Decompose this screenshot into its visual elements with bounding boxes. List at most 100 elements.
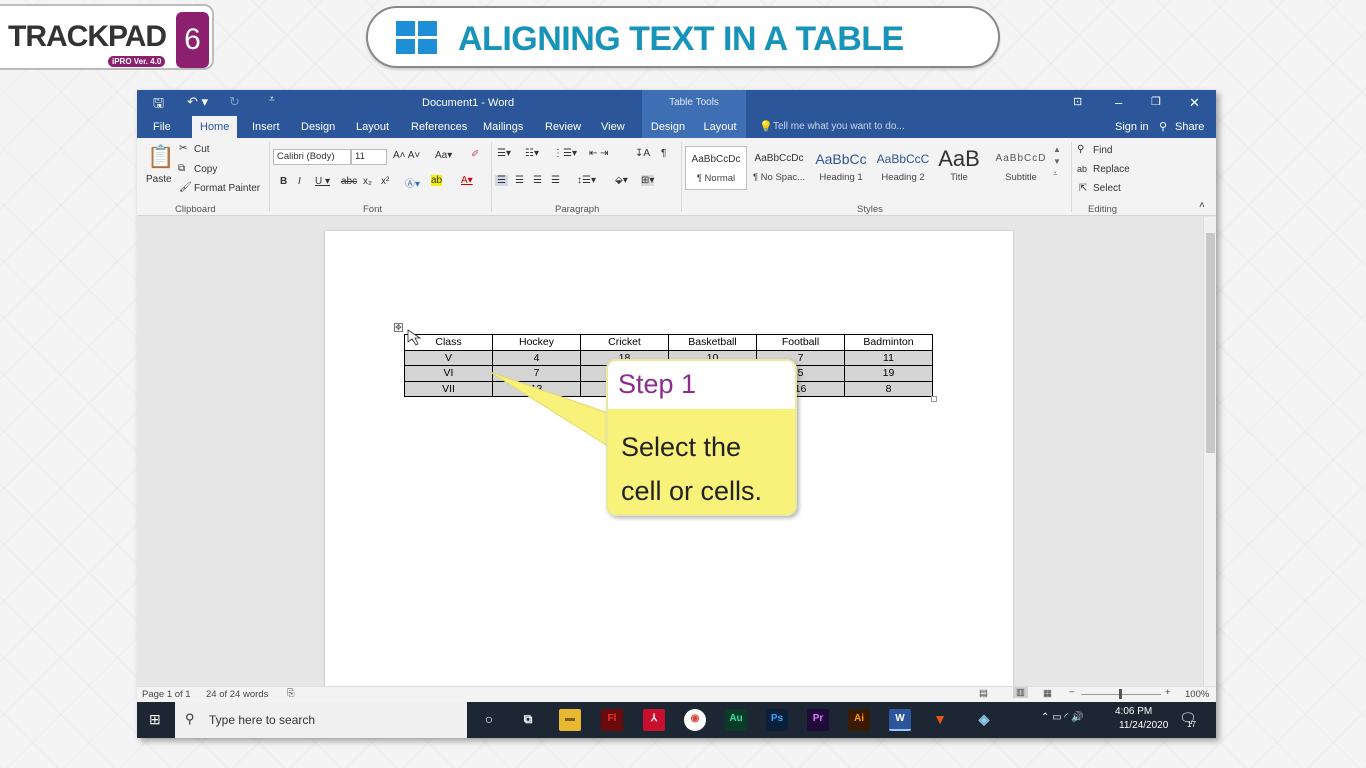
web-layout-icon[interactable]: ▦ <box>1043 688 1052 699</box>
table-cell[interactable]: 4 <box>492 349 581 366</box>
table-move-handle-icon[interactable]: ✥ <box>394 323 403 332</box>
tab-design[interactable]: Design <box>301 116 335 138</box>
paste-icon[interactable]: 📋 <box>147 144 174 170</box>
replace-button[interactable]: Replace <box>1093 164 1130 175</box>
superscript-button[interactable]: x² <box>381 176 389 187</box>
replace-icon[interactable]: ab <box>1077 164 1087 174</box>
table-resize-handle[interactable] <box>931 396 937 402</box>
save-icon[interactable]: 🖫 <box>153 94 164 116</box>
bold-button[interactable]: B <box>280 176 287 187</box>
tab-view[interactable]: View <box>601 116 625 138</box>
select-icon[interactable]: ⇱ <box>1079 183 1087 194</box>
align-right-icon[interactable]: ☰ <box>533 175 542 186</box>
font-name-combo[interactable]: Calibri (Body) <box>273 149 351 165</box>
highlight-icon[interactable]: ab <box>431 175 443 186</box>
style-title[interactable]: AaB Title <box>935 146 983 190</box>
tab-file[interactable]: File <box>153 116 171 138</box>
italic-button[interactable]: I <box>298 176 301 187</box>
chrome-icon[interactable]: ◉ <box>684 709 706 731</box>
redo-icon[interactable]: ↻ <box>229 94 240 110</box>
word-taskbar-icon[interactable]: W <box>889 709 911 731</box>
table-cell[interactable]: VII <box>404 380 493 397</box>
tell-me-icon[interactable]: 💡 <box>759 116 773 138</box>
sort-icon[interactable]: ↧A <box>635 148 650 159</box>
share-button[interactable]: Share <box>1175 116 1204 138</box>
tab-table-layout[interactable]: Layout <box>694 116 746 138</box>
style-heading-1[interactable]: AaBbCc Heading 1 <box>811 146 871 190</box>
clock-date[interactable]: 11/24/2020 <box>1119 720 1168 731</box>
clear-formatting-icon[interactable]: ✐ <box>471 149 479 160</box>
text-effects-icon[interactable]: Ⓐ▾ <box>405 175 420 190</box>
table-cell[interactable]: Football <box>756 334 845 351</box>
share-icon[interactable]: ⚲ <box>1159 116 1167 138</box>
font-color-icon[interactable]: A▾ <box>461 175 473 186</box>
table-cell[interactable]: 8 <box>844 380 933 397</box>
zoom-in-icon[interactable]: + <box>1165 687 1171 698</box>
cut-icon[interactable]: ✂ <box>179 143 187 154</box>
tab-layout[interactable]: Layout <box>356 116 389 138</box>
zoom-out-icon[interactable]: − <box>1069 687 1075 698</box>
file-explorer-icon[interactable]: ▬ <box>559 709 581 731</box>
align-center-icon[interactable]: ☰ <box>515 175 524 186</box>
tray-icons[interactable]: ⌃ ▭ ◜ 🔊 <box>1041 712 1084 723</box>
clock-time[interactable]: 4:06 PM <box>1115 706 1152 717</box>
page-count[interactable]: Page 1 of 1 <box>142 689 191 700</box>
borders-icon[interactable]: ⊞▾ <box>641 175 655 186</box>
font-size-combo[interactable]: 11 <box>351 149 387 165</box>
zoom-slider-thumb[interactable] <box>1119 689 1122 699</box>
indent-icons[interactable]: ⇤ ⇥ <box>589 148 609 159</box>
proofing-icon[interactable]: ⎘ <box>287 688 295 699</box>
find-icon[interactable]: ⚲ <box>1077 144 1084 155</box>
copy-icon[interactable]: ⧉ <box>178 163 185 174</box>
style-normal[interactable]: AaBbCcDc ¶ Normal <box>685 146 747 190</box>
multilevel-list-icon[interactable]: ⋮☰▾ <box>553 148 577 159</box>
vertical-scrollbar[interactable] <box>1203 217 1216 686</box>
line-spacing-icon[interactable]: ↕☰▾ <box>577 175 596 186</box>
tab-review[interactable]: Review <box>545 116 581 138</box>
tab-table-design[interactable]: Design <box>642 116 694 138</box>
table-cell[interactable]: 13 <box>492 380 581 397</box>
numbering-icon[interactable]: ☷▾ <box>525 148 539 159</box>
table-cell[interactable]: VI <box>404 365 493 382</box>
tell-me-search[interactable]: Tell me what you want to do... <box>773 116 905 138</box>
paste-button[interactable]: Paste <box>146 174 172 185</box>
scrollbar-thumb[interactable] <box>1206 233 1215 453</box>
task-view-icon[interactable]: ⧉ <box>517 709 539 731</box>
zoom-level[interactable]: 100% <box>1185 689 1209 700</box>
word-count[interactable]: 24 of 24 words <box>206 689 268 700</box>
ribbon-display-icon[interactable]: ⊡ <box>1073 95 1082 108</box>
format-painter-button[interactable]: Format Painter <box>194 183 260 194</box>
start-icon[interactable]: ⊞ <box>149 711 161 728</box>
change-case-icon[interactable]: Aa▾ <box>435 150 452 161</box>
undo-icon[interactable]: ↶ ▾ <box>187 94 208 110</box>
grow-font-icon[interactable]: A˄ A˅ <box>393 150 420 161</box>
strikethrough-button[interactable]: abc <box>341 176 357 187</box>
restore-icon[interactable]: ❐ <box>1151 95 1161 108</box>
subscript-button[interactable]: x₂ <box>363 176 372 187</box>
table-cell[interactable]: Cricket <box>580 334 669 351</box>
acrobat-icon[interactable]: ⅄ <box>643 709 665 731</box>
sign-in-link[interactable]: Sign in <box>1115 116 1149 138</box>
justify-icon[interactable]: ☰ <box>551 175 560 186</box>
copy-button[interactable]: Copy <box>194 164 217 175</box>
app-icon[interactable]: ▼ <box>929 709 951 731</box>
style-heading-2[interactable]: AaBbCcC Heading 2 <box>873 146 933 190</box>
styles-gallery-scroll-icon[interactable]: ▲ ▼ ⩡ <box>1053 144 1061 180</box>
table-cell[interactable]: Hockey <box>492 334 581 351</box>
find-button[interactable]: Find <box>1093 145 1112 156</box>
photoshop-icon[interactable]: Ps <box>766 709 788 731</box>
table-cell[interactable]: Basketball <box>668 334 757 351</box>
bullets-icon[interactable]: ☰▾ <box>497 148 511 159</box>
table-cell[interactable]: Badminton <box>844 334 933 351</box>
tab-home[interactable]: Home <box>192 116 238 138</box>
table-cell[interactable]: 11 <box>844 349 933 366</box>
align-left-icon[interactable]: ☰ <box>495 175 508 186</box>
cortana-icon[interactable]: ○ <box>478 709 500 731</box>
tab-mailings[interactable]: Mailings <box>483 116 523 138</box>
table-cell[interactable]: Class <box>404 334 493 351</box>
underline-button[interactable]: U ▾ <box>315 176 330 187</box>
flash-icon[interactable]: Fl <box>601 709 623 731</box>
show-marks-icon[interactable]: ¶ <box>661 148 666 159</box>
minimize-icon[interactable]: – <box>1115 95 1122 110</box>
table-cell[interactable]: 7 <box>492 365 581 382</box>
